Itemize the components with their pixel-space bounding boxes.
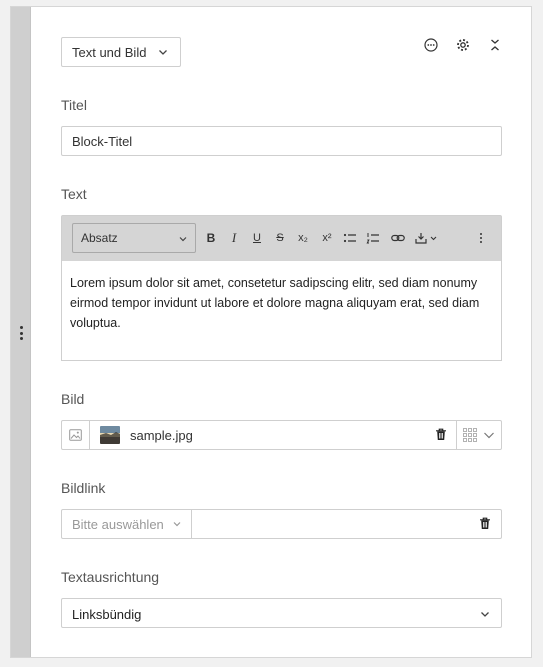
underline-button[interactable]: U [248, 229, 266, 247]
text-alignment-value: Linksbündig [72, 607, 142, 622]
image-field: sample.jpg [61, 420, 502, 450]
chevron-down-icon [179, 237, 187, 242]
more-icon[interactable] [423, 37, 439, 53]
italic-button[interactable]: I [225, 229, 243, 247]
insert-media-icon[interactable] [414, 229, 444, 247]
bold-button[interactable]: B [202, 229, 220, 247]
block-type-select[interactable]: Text und Bild [61, 37, 181, 67]
text-alignment-label: Textausrichtung [61, 569, 160, 585]
numbered-list-icon[interactable] [364, 229, 382, 247]
paragraph-format-select[interactable]: Absatz [72, 223, 196, 253]
chevron-down-icon [481, 612, 489, 617]
chevron-down-icon [159, 50, 167, 55]
strikethrough-button[interactable]: S [271, 229, 289, 247]
collapse-icon[interactable] [487, 37, 503, 53]
image-link-field: Bitte auswählen [61, 509, 502, 539]
image-icon [69, 429, 82, 441]
chevron-down-icon [484, 432, 494, 439]
image-picker-button[interactable] [62, 421, 90, 449]
grid-icon [463, 428, 477, 442]
superscript-button[interactable]: x² [318, 229, 336, 247]
more-vertical-icon[interactable] [472, 229, 490, 247]
title-label: Titel [61, 97, 87, 113]
paragraph-format-value: Absatz [81, 231, 118, 245]
image-filename: sample.jpg [130, 428, 193, 443]
rich-text-editor[interactable]: Lorem ipsum dolor sit amet, consetetur s… [61, 261, 502, 361]
link-icon[interactable] [389, 229, 407, 247]
trash-icon[interactable] [435, 428, 447, 446]
title-input[interactable]: Block-Titel [61, 126, 502, 156]
editor-content: Lorem ipsum dolor sit amet, consetetur s… [70, 276, 480, 330]
block-actions [423, 37, 503, 53]
content-block-panel: Text und Bild Titel Block-Titel Text Abs… [10, 6, 532, 658]
block-type-value: Text und Bild [72, 44, 147, 60]
image-position-select[interactable] [456, 421, 501, 449]
image-link-type-select[interactable]: Bitte auswählen [62, 510, 192, 538]
drag-dots-icon [18, 326, 24, 340]
title-input-value: Block-Titel [72, 134, 133, 149]
gear-icon[interactable] [455, 37, 471, 53]
subscript-button[interactable]: x₂ [294, 229, 312, 247]
image-link-placeholder: Bitte auswählen [72, 517, 164, 532]
text-label: Text [61, 186, 87, 202]
chevron-down-icon [173, 522, 181, 527]
trash-icon[interactable] [479, 517, 491, 535]
image-thumbnail [100, 426, 120, 444]
text-alignment-select[interactable]: Linksbündig [61, 598, 502, 628]
drag-handle[interactable] [11, 7, 31, 657]
image-link-label: Bildlink [61, 480, 106, 496]
image-label: Bild [61, 391, 85, 407]
bullet-list-icon[interactable] [341, 229, 359, 247]
editor-toolbar: Absatz B I U S x₂ x² [61, 215, 502, 261]
